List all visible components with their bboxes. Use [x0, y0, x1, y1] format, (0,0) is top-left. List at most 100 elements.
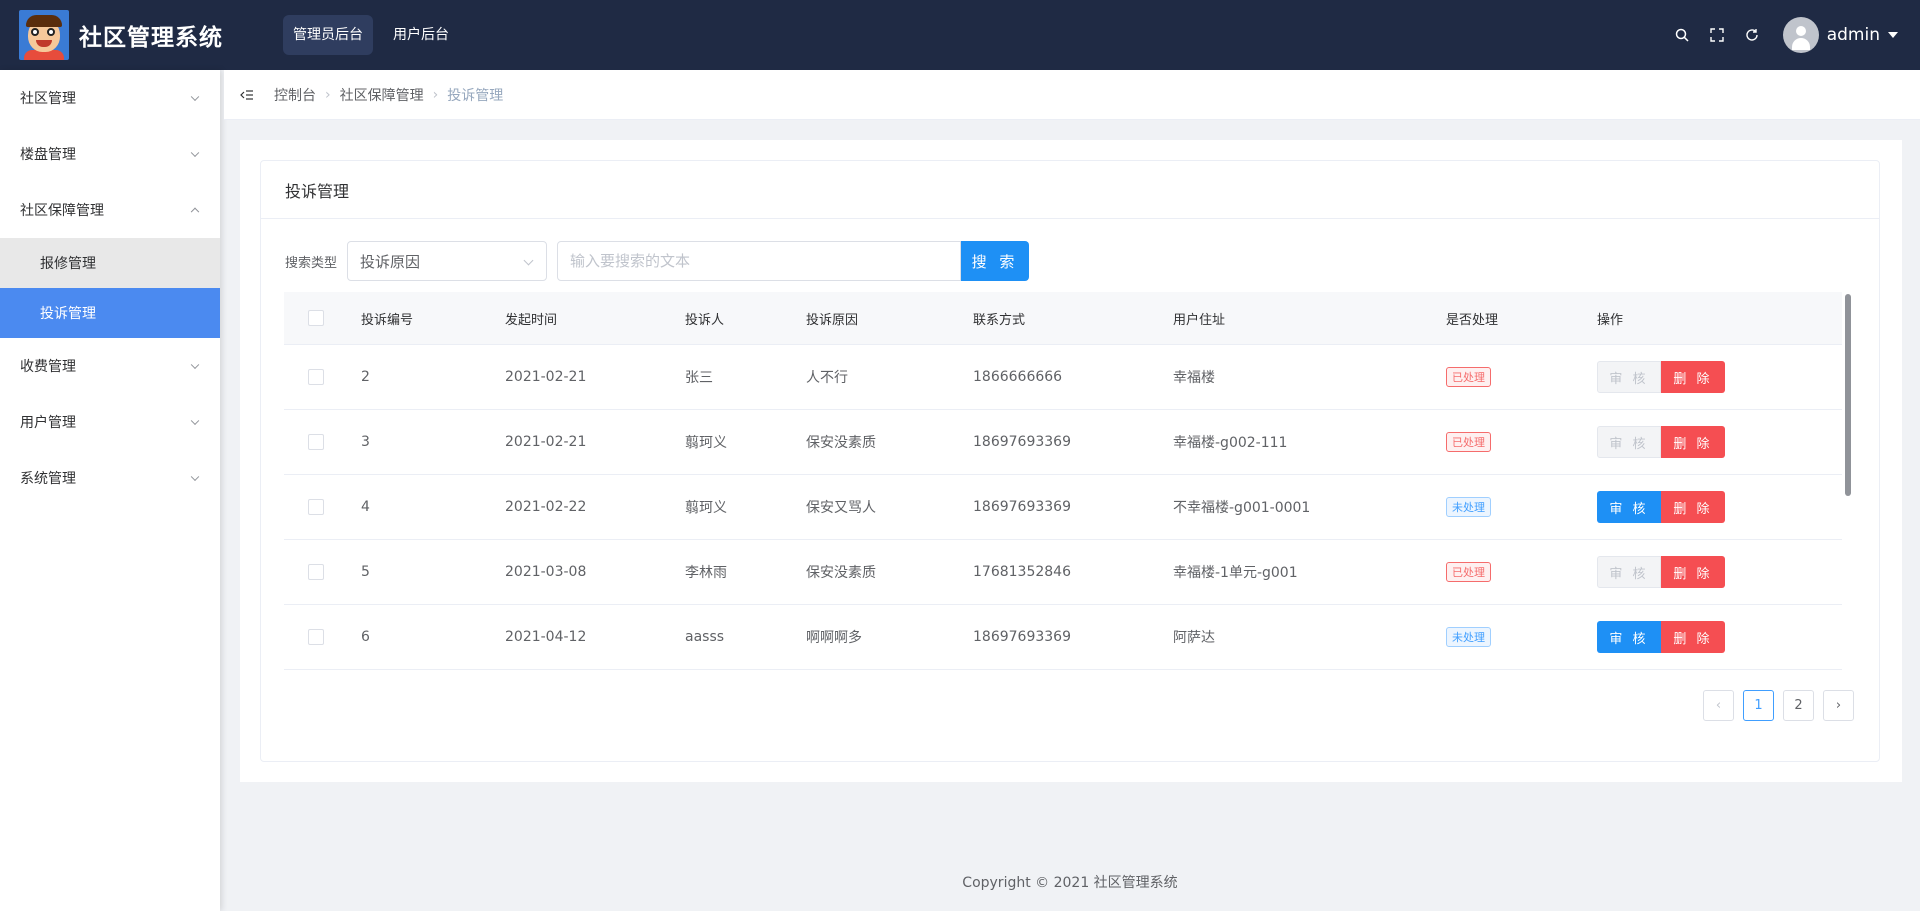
- column-header: 投诉编号: [361, 312, 414, 328]
- sidebar-subitem-complaints[interactable]: 投诉管理: [0, 288, 220, 338]
- chevron-down-icon: [190, 148, 200, 158]
- cell-user: aasss: [685, 629, 725, 645]
- cell-id: 4: [361, 499, 370, 515]
- cell-reason: 保安没素质: [806, 565, 876, 581]
- review-button[interactable]: 审 核: [1597, 491, 1661, 523]
- table-row: 2 2021-02-21 张三 人不行 1866666666 幸福楼 已处理 审…: [284, 345, 1842, 410]
- table-scrollbar[interactable]: [1845, 294, 1851, 496]
- breadcrumb-security[interactable]: 社区保障管理: [340, 85, 424, 105]
- cell-reason: 保安没素质: [806, 435, 876, 451]
- search-type-select[interactable]: 投诉原因: [347, 241, 548, 281]
- sidebar-item-fees[interactable]: 收费管理: [0, 338, 220, 394]
- app-title: 社区管理系统: [79, 25, 223, 51]
- row-checkbox[interactable]: [308, 499, 324, 515]
- review-button[interactable]: 审 核: [1597, 556, 1661, 588]
- cell-id: 6: [361, 629, 370, 645]
- delete-button[interactable]: 删 除: [1661, 426, 1725, 458]
- cell-reason: 啊啊啊多: [806, 630, 862, 646]
- table-header: 投诉编号 发起时间 投诉人 投诉原因 联系方式 用户住址 是否处理 操作: [284, 292, 1842, 345]
- top-nav: 管理员后台 用户后台: [283, 15, 459, 55]
- column-header: 联系方式: [973, 312, 1026, 328]
- sidebar-item-label: 用户管理: [20, 415, 76, 431]
- sidebar-item-users[interactable]: 用户管理: [0, 394, 220, 450]
- column-header: 投诉人: [685, 312, 725, 328]
- table-row: 3 2021-02-21 翦珂义 保安没素质 18697693369 幸福楼-g…: [284, 410, 1842, 475]
- row-checkbox[interactable]: [308, 629, 324, 645]
- cell-reason: 人不行: [806, 370, 848, 386]
- cell-address: 幸福楼-g002-111: [1173, 435, 1288, 451]
- cell-phone: 17681352846: [973, 564, 1071, 580]
- sidebar-item-label: 楼盘管理: [20, 147, 76, 163]
- column-header: 用户住址: [1173, 312, 1226, 328]
- column-header: 是否处理: [1446, 312, 1499, 328]
- delete-button[interactable]: 删 除: [1661, 621, 1725, 653]
- cell-time: 2021-02-21: [505, 434, 587, 450]
- search-button[interactable]: 搜 索: [961, 241, 1030, 281]
- page-button[interactable]: 1: [1743, 690, 1774, 721]
- nav-admin-backend[interactable]: 管理员后台: [283, 15, 373, 55]
- delete-button[interactable]: 删 除: [1661, 491, 1725, 523]
- row-checkbox[interactable]: [308, 564, 324, 580]
- next-page-button[interactable]: ›: [1823, 690, 1854, 721]
- cell-time: 2021-02-21: [505, 369, 587, 385]
- prev-page-button[interactable]: ‹: [1703, 690, 1734, 721]
- app-logo[interactable]: [19, 10, 69, 60]
- cell-user: 李林雨: [685, 565, 727, 581]
- cell-phone: 18697693369: [973, 629, 1071, 645]
- delete-button[interactable]: 删 除: [1661, 556, 1725, 588]
- top-header: 社区管理系统 管理员后台 用户后台 admin: [0, 0, 1920, 70]
- cell-id: 5: [361, 564, 370, 580]
- search-type-label: 搜索类型: [285, 255, 338, 271]
- search-type-value: 投诉原因: [360, 252, 421, 271]
- breadcrumb-separator-icon: ›: [432, 86, 439, 103]
- user-name[interactable]: admin: [1827, 25, 1880, 45]
- cell-phone: 1866666666: [973, 369, 1063, 385]
- review-button[interactable]: 审 核: [1597, 361, 1661, 393]
- sidebar-item-system[interactable]: 系统管理: [0, 450, 220, 506]
- status-badge: 已处理: [1446, 432, 1491, 452]
- search-row: 搜索类型 投诉原因 搜 索: [285, 241, 1030, 281]
- select-all-checkbox[interactable]: [308, 310, 324, 326]
- sidebar-item-label: 社区保障管理: [20, 203, 104, 219]
- cell-time: 2021-03-08: [505, 564, 587, 580]
- user-avatar[interactable]: [1782, 17, 1819, 53]
- sidebar-subitem-repairs[interactable]: 报修管理: [0, 238, 220, 288]
- sidebar: 社区管理 楼盘管理 社区保障管理 报修管理 投诉管理 收费管理 用户管理 系统管…: [0, 70, 220, 911]
- sidebar-item-security[interactable]: 社区保障管理: [0, 182, 220, 238]
- row-checkbox[interactable]: [308, 434, 324, 450]
- cell-address: 阿萨达: [1173, 630, 1215, 646]
- fullscreen-icon[interactable]: [1710, 28, 1724, 42]
- chevron-up-icon: [190, 207, 200, 217]
- sidebar-item-buildings[interactable]: 楼盘管理: [0, 126, 220, 182]
- collapse-sidebar-icon[interactable]: [240, 88, 254, 102]
- review-button[interactable]: 审 核: [1597, 426, 1661, 458]
- cell-id: 2: [361, 369, 370, 385]
- sidebar-item-label: 系统管理: [20, 471, 76, 487]
- breadcrumb-dashboard[interactable]: 控制台: [274, 85, 316, 105]
- search-input[interactable]: [557, 241, 962, 281]
- refresh-icon[interactable]: [1745, 28, 1759, 42]
- page-button[interactable]: 2: [1783, 690, 1814, 721]
- chevron-down-icon: [523, 255, 534, 266]
- user-menu-caret-icon[interactable]: [1888, 32, 1898, 38]
- cell-phone: 18697693369: [973, 434, 1071, 450]
- delete-button[interactable]: 删 除: [1661, 361, 1725, 393]
- cell-reason: 保安又骂人: [806, 500, 876, 516]
- breadcrumb-bar: 控制台 › 社区保障管理 › 投诉管理: [224, 70, 1920, 120]
- breadcrumb-separator-icon: ›: [325, 86, 331, 103]
- cell-user: 翦珂义: [685, 435, 727, 451]
- cell-user: 张三: [685, 370, 713, 386]
- cell-time: 2021-02-22: [505, 499, 587, 515]
- row-checkbox[interactable]: [308, 369, 324, 385]
- breadcrumb: 控制台 › 社区保障管理 › 投诉管理: [274, 85, 503, 105]
- sidebar-item-community[interactable]: 社区管理: [0, 70, 220, 126]
- status-badge: 未处理: [1446, 497, 1491, 517]
- status-badge: 已处理: [1446, 367, 1491, 387]
- status-badge: 未处理: [1446, 627, 1491, 647]
- footer-copyright: Copyright © 2021 社区管理系统: [962, 875, 1178, 891]
- nav-user-backend[interactable]: 用户后台: [383, 15, 459, 55]
- cell-time: 2021-04-12: [505, 629, 587, 645]
- search-icon[interactable]: [1675, 28, 1689, 42]
- pagination: ‹ 1 2 ›: [1703, 690, 1854, 721]
- review-button[interactable]: 审 核: [1597, 621, 1661, 653]
